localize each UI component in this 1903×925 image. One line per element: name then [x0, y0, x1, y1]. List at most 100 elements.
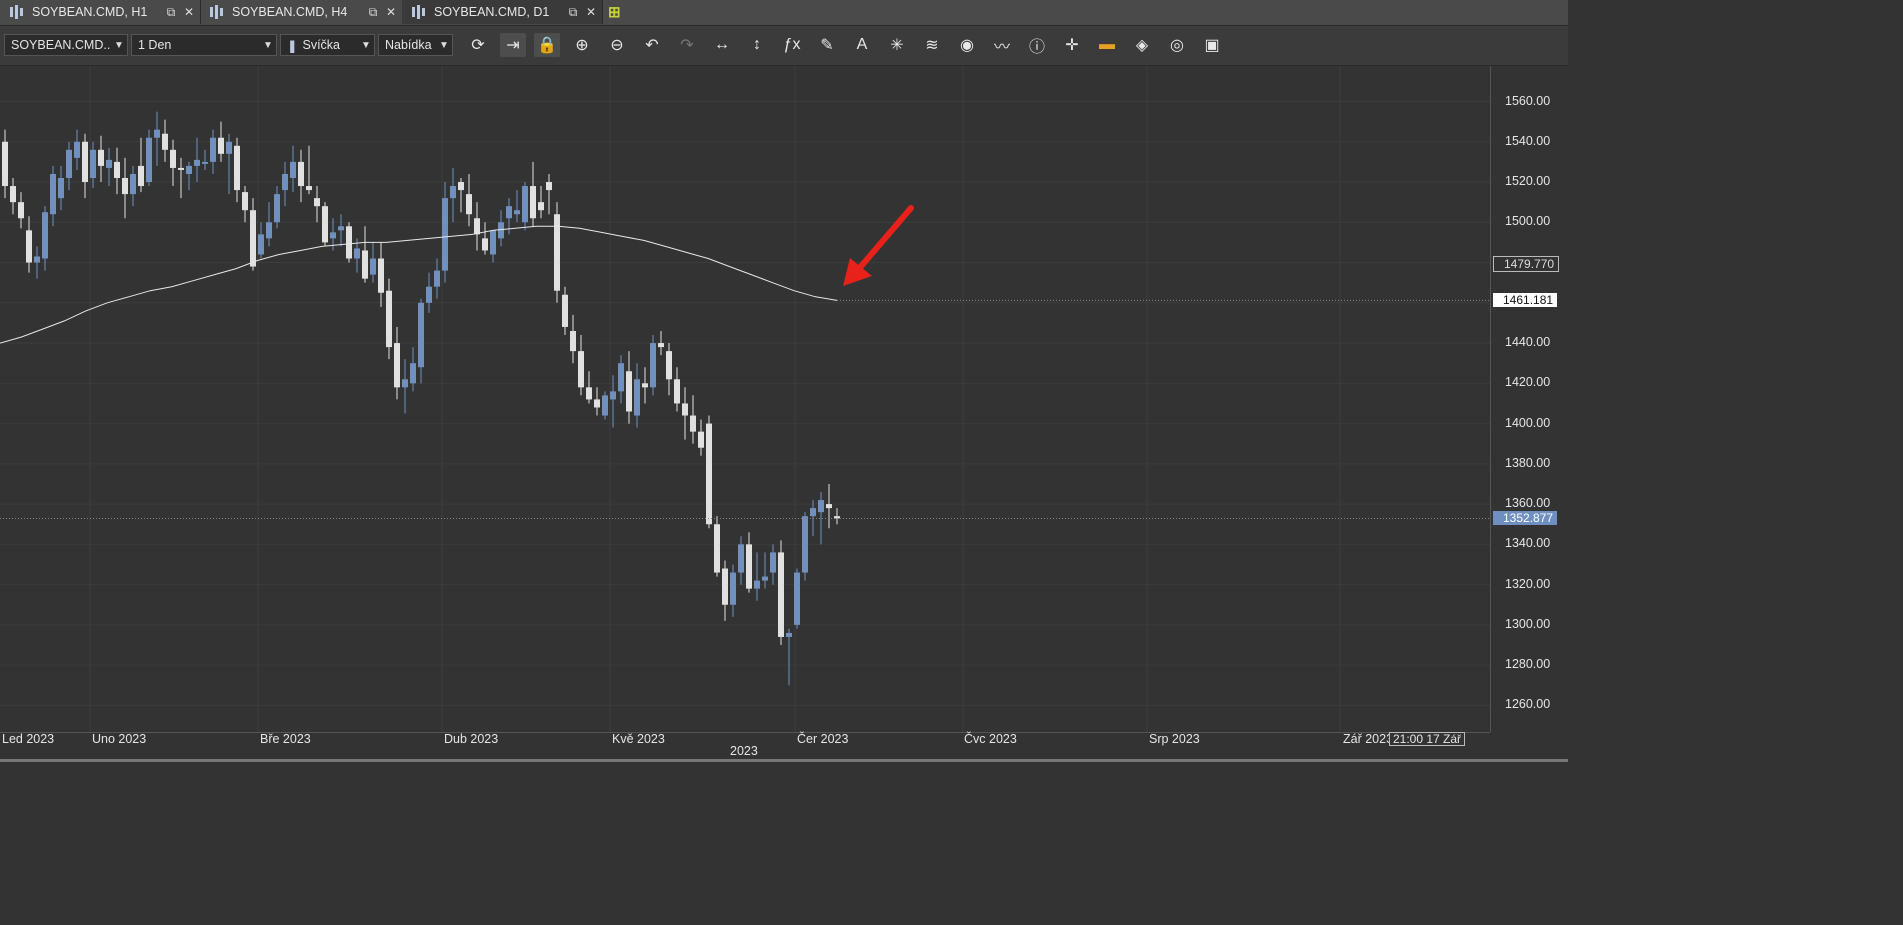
- paint-bucket-button[interactable]: ◈: [1129, 33, 1155, 57]
- price-tick-label: 1340.00: [1505, 536, 1551, 551]
- redo-button[interactable]: ↷: [674, 33, 700, 57]
- refresh-button[interactable]: ⟳: [465, 33, 491, 57]
- info-button[interactable]: ⓘ: [1024, 33, 1050, 57]
- candle-body: [34, 256, 40, 263]
- layers-button[interactable]: ≋: [919, 33, 945, 57]
- indicator-fx-button[interactable]: ƒx: [779, 33, 805, 57]
- price-side-value: Nabídka: [385, 38, 432, 52]
- candle-body: [82, 141, 88, 183]
- candle-body: [386, 290, 392, 348]
- year-label: 2023: [730, 744, 758, 758]
- symbol-select[interactable]: SOYBEAN.CMD... ▼: [4, 34, 128, 56]
- autoscroll-button[interactable]: ⇥: [500, 33, 526, 57]
- time-tick-label: Čer 2023: [797, 732, 849, 746]
- scrollbar[interactable]: [0, 759, 1568, 762]
- price-axis[interactable]: 1560.00 1540.00 1520.00 1500.00 1440.00 1420.…: [1490, 66, 1569, 732]
- time-tick-label: Dub 2023: [444, 732, 499, 746]
- candle-body: [482, 238, 488, 251]
- time-tick-label: Čvc 2023: [964, 732, 1017, 746]
- timeframe-select[interactable]: 1 Den ▼: [131, 34, 277, 56]
- candlestick-icon: [210, 5, 224, 19]
- candle-body: [546, 182, 552, 191]
- candle-body: [322, 206, 328, 243]
- indicator-fx-icon: ƒx: [783, 36, 801, 53]
- candle-body: [754, 580, 760, 589]
- text-tool-button[interactable]: A: [849, 33, 875, 57]
- undo-button[interactable]: ↶: [639, 33, 665, 57]
- candlestick-icon: ❚: [287, 38, 298, 53]
- pencil-icon: ✎: [820, 37, 834, 54]
- candle-body: [650, 343, 656, 388]
- price-tick-label: 1560.00: [1505, 93, 1551, 108]
- close-icon[interactable]: ✕: [384, 5, 398, 19]
- popout-icon[interactable]: ⧉: [164, 5, 178, 20]
- candle-body: [698, 431, 704, 448]
- candle-body: [370, 258, 376, 275]
- tab-soybean-h1[interactable]: SOYBEAN.CMD, H1 ⧉ ✕: [0, 0, 201, 24]
- candle-body: [514, 210, 520, 215]
- crosshair-icon: ✛: [1065, 37, 1079, 54]
- candle-body: [538, 202, 544, 211]
- tab-soybean-h4[interactable]: SOYBEAN.CMD, H4 ⧉ ✕: [200, 0, 403, 24]
- tab-soybean-d1[interactable]: SOYBEAN.CMD, D1 ⧉ ✕: [402, 0, 603, 24]
- candle-body: [122, 177, 128, 195]
- candle-body: [170, 149, 176, 168]
- candle-body: [802, 516, 808, 573]
- tab-bar: SOYBEAN.CMD, H1 ⧉ ✕ SOYBEAN.CMD, H4 ⧉ ✕ …: [0, 0, 1568, 26]
- candle-body: [578, 351, 584, 388]
- price-tick-label: 1500.00: [1505, 214, 1551, 229]
- popout-icon[interactable]: ⧉: [366, 5, 380, 20]
- candlestick-icon: [10, 5, 24, 19]
- candle-body: [778, 552, 784, 637]
- candle-body: [666, 351, 672, 380]
- current-price-tag: 1352.877: [1493, 511, 1558, 526]
- candle-body: [58, 177, 64, 199]
- candle-body: [618, 363, 624, 392]
- color-bar-button[interactable]: ▬: [1094, 33, 1120, 57]
- chart-type-select[interactable]: ❚ Svíčka ▼: [280, 34, 375, 56]
- candle-body: [474, 218, 480, 235]
- close-icon[interactable]: ✕: [182, 5, 196, 19]
- price-tick-label: 1280.00: [1505, 657, 1551, 672]
- candle-body: [346, 226, 352, 259]
- time-tick-label: Zář 2023: [1343, 732, 1394, 746]
- price-side-select[interactable]: Nabídka ▼: [378, 34, 453, 56]
- save-button[interactable]: ▣: [1199, 33, 1225, 57]
- candle-body: [498, 222, 504, 239]
- candle-body: [642, 383, 648, 388]
- candle-body: [810, 508, 816, 517]
- zoom-in-button[interactable]: ⊕: [569, 33, 595, 57]
- chart-area[interactable]: [0, 66, 1490, 732]
- zoom-out-button[interactable]: ⊖: [604, 33, 630, 57]
- chevron-down-icon: ▼: [361, 39, 371, 51]
- vertical-scale-button[interactable]: ↕: [744, 33, 770, 57]
- candle-body: [378, 258, 384, 293]
- crosshair-button[interactable]: ✛: [1059, 33, 1085, 57]
- popout-icon[interactable]: ⧉: [566, 5, 580, 20]
- eye-button[interactable]: ◉: [954, 33, 980, 57]
- candle-body: [674, 379, 680, 404]
- refresh-circle-button[interactable]: ◎: [1164, 33, 1190, 57]
- price-tick-label: 1540.00: [1505, 133, 1551, 148]
- candle-body: [282, 173, 288, 191]
- lock-button[interactable]: 🔒: [534, 33, 560, 57]
- chart-compare-button[interactable]: 〰: [989, 33, 1015, 57]
- candle-body: [226, 141, 232, 154]
- horizontal-scale-button[interactable]: ↔: [709, 33, 735, 57]
- price-tick-label: 1520.00: [1505, 174, 1551, 189]
- annotation-arrow-shaft: [854, 205, 914, 274]
- pencil-button[interactable]: ✎: [814, 33, 840, 57]
- candle-body: [770, 552, 776, 573]
- chart-toolbar: SOYBEAN.CMD... ▼ 1 Den ▼ ❚ Svíčka ▼ Nabídka…: [0, 26, 1568, 66]
- close-icon[interactable]: ✕: [584, 5, 598, 19]
- star-tool-button[interactable]: ✳: [884, 33, 910, 57]
- candle-body: [410, 363, 416, 384]
- candle-body: [626, 371, 632, 412]
- candle-body: [570, 330, 576, 352]
- candle-body: [338, 226, 344, 231]
- zoom-out-icon: ⊖: [610, 37, 624, 54]
- candle-body: [98, 149, 104, 166]
- symbol-value: SOYBEAN.CMD...: [11, 38, 111, 52]
- new-chart-icon[interactable]: ⊞: [608, 3, 628, 21]
- star-tool-icon: ✳: [890, 37, 904, 54]
